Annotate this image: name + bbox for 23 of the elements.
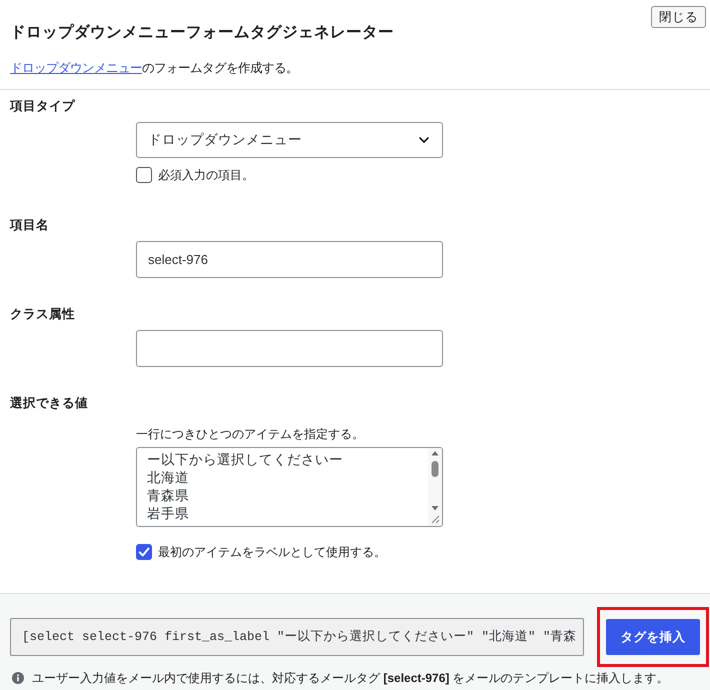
info-icon <box>12 672 24 684</box>
tag-code-field[interactable]: [select select-976 first_as_label "ー以下から選択してくださいー" "北海道" "青森 <box>10 618 584 656</box>
field-label: 選択できる値 <box>10 395 88 412</box>
dialog-title: ドロップダウンメニューフォームタグジェネレーター <box>10 22 394 43</box>
text-input[interactable] <box>136 330 443 367</box>
field-label: 項目タイプ <box>10 98 75 115</box>
close-button[interactable]: 閉じる <box>651 6 706 28</box>
description-link[interactable]: ドロップダウンメニュー <box>10 61 142 75</box>
scrollbar[interactable] <box>430 450 440 512</box>
checkbox[interactable] <box>136 544 152 560</box>
checkbox-label: 最初のアイテムをラベルとして使用する。 <box>158 544 386 561</box>
field-label: 項目名 <box>10 217 49 234</box>
text-input[interactable]: select-976 <box>136 241 443 278</box>
checkbox[interactable] <box>136 167 152 183</box>
note-text: ユーザー入力値をメール内で使用するには、対応するメールタグ [select-976] をメールのテンプレートに挿入します。 <box>32 670 669 686</box>
dropdown-select[interactable]: ドロップダウンメニュー <box>136 122 443 158</box>
checkbox-label: 必須入力の項目。 <box>158 167 254 184</box>
resize-grip-icon[interactable] <box>430 514 440 524</box>
hint-text: 一行につきひとつのアイテムを指定する。 <box>136 426 364 443</box>
values-textarea[interactable]: ー以下から選択してくださいー 北海道 青森県 岩手県 <box>136 447 443 527</box>
description-text: ドロップダウンメニューのフォームタグを作成する。 <box>10 60 298 77</box>
field-label: クラス属性 <box>10 306 75 323</box>
insert-tag-button[interactable]: タグを挿入 <box>606 619 700 655</box>
